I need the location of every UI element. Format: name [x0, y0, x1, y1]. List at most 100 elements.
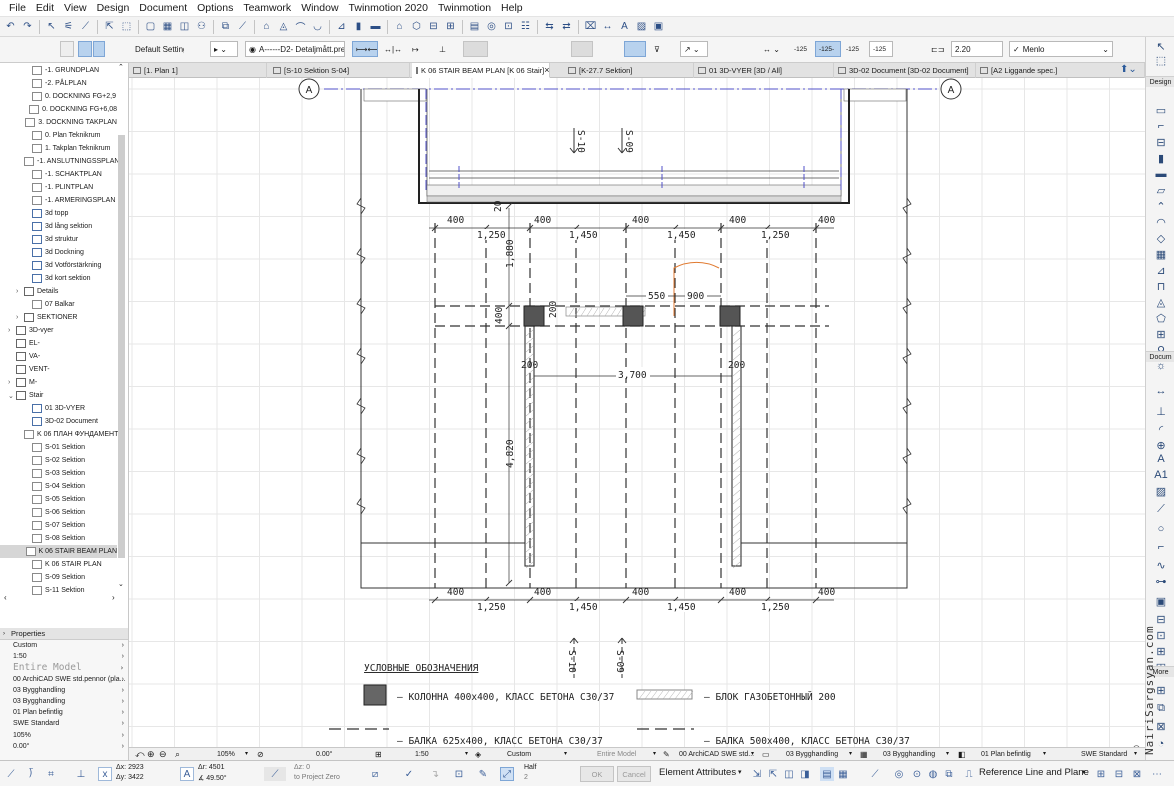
elevation-icon[interactable]: ⊞ [443, 19, 458, 34]
view-tab[interactable]: K 06 STAIR BEAM PLAN [K 06 Stair] × [412, 63, 550, 78]
menu-twinmotion[interactable]: Twinmotion [433, 0, 496, 17]
trace-icon[interactable]: ⧉ [218, 19, 233, 34]
door-tool-icon[interactable]: ⌐ [1153, 119, 1169, 133]
property-row[interactable]: SWE Standard › [0, 718, 128, 729]
view-3d-icon[interactable]: ⬡ [409, 19, 424, 34]
tree-view-item[interactable]: 01 3D-VYER [0, 402, 117, 415]
tab-close-icon[interactable]: × [544, 65, 549, 75]
scale-option-2[interactable]: -125- [815, 41, 841, 57]
split-icon[interactable]: ⟋ [235, 19, 250, 34]
ok-button[interactable]: OK [580, 766, 614, 782]
tree-view-item[interactable]: 3D-02 Document [0, 415, 117, 428]
text-style-dropdown[interactable]: ▸ ⌄ [210, 41, 238, 57]
polar-coord-icon[interactable]: A [180, 767, 194, 781]
eyedropper-icon[interactable]: ⟋ [868, 767, 882, 781]
graphic-override-dropdown[interactable]: ▾ [946, 749, 949, 760]
menu-teamwork[interactable]: Teamwork [238, 0, 296, 17]
scale-dropdown-arrow[interactable]: ▾ [465, 749, 468, 760]
grid-toggle-icon[interactable]: ▦ [836, 767, 850, 781]
view-tab[interactable]: 01 3D-VYER [3D / All] [694, 63, 834, 78]
view-tab[interactable]: [S-10 Sektion S-04] [269, 63, 410, 78]
reference-line-icon[interactable]: ⎍ [962, 767, 976, 781]
inject-icon[interactable]: ↴ [428, 767, 442, 781]
mvo-dropdown[interactable]: ▾ [849, 749, 852, 760]
grid-snap-icon[interactable]: ⌗ [44, 767, 58, 781]
navigator-scrollbar[interactable] [118, 135, 125, 558]
eyedropper-icon[interactable]: ⟋ [78, 19, 93, 34]
spline-tool-icon[interactable]: ∿ [1153, 558, 1169, 572]
tree-twisty-icon[interactable]: › [8, 379, 16, 386]
pen-icon[interactable]: ◨ [798, 767, 812, 781]
zoom-fit-icon[interactable]: ⌕ [175, 749, 180, 760]
element-attributes-arrow[interactable]: ▾ [738, 768, 742, 776]
tree-view-item[interactable]: 3d kort sektion [0, 272, 117, 285]
model-view-dropdown[interactable]: ▾ [653, 749, 656, 760]
fill-mode-icon[interactable] [60, 41, 74, 57]
dimension-standard-dropdown[interactable]: ▾ [1134, 749, 1137, 760]
property-row[interactable]: 03 Bygghandling › [0, 685, 128, 696]
compare-icon[interactable]: ⇄ [559, 19, 574, 34]
tree-view-item[interactable]: K 06 STAIR BEAM PLAN [0, 545, 117, 558]
angle-dim-tool-icon[interactable]: ⊕ [1153, 438, 1169, 452]
design-section-label[interactable]: Design [1146, 76, 1174, 87]
tree-folder[interactable]: EL- [0, 337, 117, 350]
model-view-value[interactable]: Entire Model [597, 749, 636, 760]
property-arrow-icon[interactable]: › [120, 664, 124, 672]
dimension-standard-value[interactable]: SWE Standard [1081, 749, 1127, 760]
pointer-tool-icon[interactable]: ↖ [1153, 39, 1169, 53]
hotspot-tool-icon[interactable]: ⊶ [1153, 574, 1169, 588]
snap-guide-icon[interactable]: ⟋ [4, 767, 18, 781]
element-attributes-dropdown[interactable]: Element Attributes [659, 767, 736, 778]
skylight-tool-icon[interactable]: ◇ [1153, 231, 1169, 245]
marquee-tool-icon[interactable]: ⬚ [1153, 53, 1169, 67]
tree-view-item[interactable]: K 06 STAIR PLAN [0, 558, 117, 571]
dimension-style-dropdown[interactable]: ◉ A------D2- Detaljmått.pres [245, 41, 345, 57]
tree-view-item[interactable]: S-05 Sektion [0, 493, 117, 506]
view-tab[interactable]: 3D-02 Document [3D-02 Document] [834, 63, 976, 78]
home-icon[interactable]: ⌂ [392, 19, 407, 34]
property-row[interactable]: 1:50 › [0, 651, 128, 662]
group-icon[interactable]: ⊠ [1130, 767, 1144, 781]
roof-tool-icon[interactable]: ⌃ [1153, 199, 1169, 213]
tree-folder[interactable]: › M- [0, 376, 117, 389]
tree-view-item[interactable]: -1. PLINTPLAN [0, 181, 117, 194]
tree-view-item[interactable]: -1. GRUNDPLAN [0, 64, 117, 77]
beam-tool-icon[interactable]: ▬ [1153, 167, 1169, 181]
curtain-wall-tool-icon[interactable]: ▦ [1153, 247, 1169, 261]
scale-option-1[interactable]: -125 [791, 41, 813, 57]
marker-placement-icon[interactable] [463, 41, 488, 57]
tree-view-item[interactable]: -2. PÅLPLAN [0, 77, 117, 90]
tree-view-item[interactable]: 1. Takplan Teknikrum [0, 142, 117, 155]
railing-tool-icon[interactable]: ⊓ [1153, 279, 1169, 293]
tree-view-item[interactable]: 3d Votförstärkning [0, 259, 117, 272]
section-icon[interactable]: ⊟ [426, 19, 441, 34]
tree-view-item[interactable]: S-09 Sektion [0, 571, 117, 584]
tree-folder[interactable]: › SEKTIONER [0, 311, 117, 324]
interior-elevation-icon[interactable]: ⊡ [501, 19, 516, 34]
trace-icon[interactable]: ⧉ [942, 767, 956, 781]
scroll-right-arrow[interactable]: › [112, 593, 115, 602]
property-arrow-icon[interactable]: › [122, 720, 124, 727]
marquee-icon[interactable]: ⊡ [452, 767, 466, 781]
tree-view-item[interactable]: 07 Balkar [0, 298, 117, 311]
property-arrow-icon[interactable]: › [122, 642, 124, 649]
tree-view-item[interactable]: S-01 Sektion [0, 441, 117, 454]
stair-tool-icon[interactable]: ⊿ [1153, 263, 1169, 277]
extension-icon[interactable]: ↔ ⌄ [760, 41, 786, 57]
undo-icon[interactable]: ↶ [3, 19, 18, 34]
arrow-select-icon[interactable]: ⇱ [102, 19, 117, 34]
renovation-value[interactable]: 01 Plan befintlig [981, 749, 1031, 760]
label-tool-icon[interactable]: A1 [1153, 468, 1169, 482]
column-tool-icon[interactable]: ▮ [1153, 151, 1169, 165]
menu-window[interactable]: Window [296, 0, 343, 17]
visibility-icon[interactable]: ⊽ [651, 41, 673, 57]
tree-twisty-icon[interactable]: › [16, 314, 24, 321]
document-section-label[interactable]: Docum [1146, 351, 1174, 362]
drawing-tool-icon[interactable]: ▣ [1153, 594, 1169, 608]
tree-view-item[interactable]: 0. DOCKNING FG+6,08 [0, 103, 117, 116]
mesh-icon[interactable]: ◬ [276, 19, 291, 34]
dim-type-chain-icon[interactable]: ↔|↔ [381, 41, 407, 57]
property-row[interactable]: 105% › [0, 730, 128, 741]
property-row[interactable]: 0.00° › [0, 741, 128, 752]
guide-lines-icon[interactable]: ⟌ [24, 767, 38, 781]
